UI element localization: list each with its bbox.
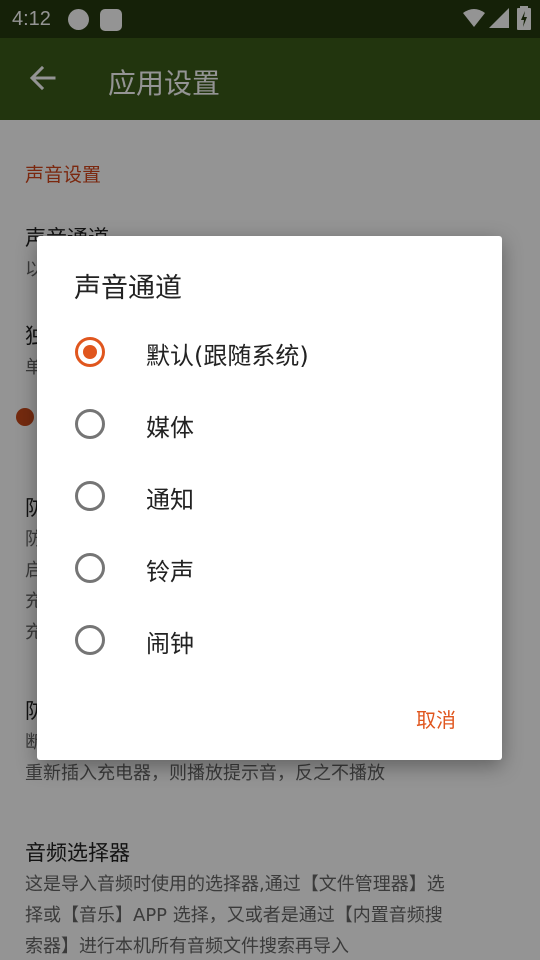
- radio-button[interactable]: [75, 481, 105, 511]
- option-alarm[interactable]: 闹钟: [37, 604, 502, 676]
- sound-channel-dialog: 声音通道 默认(跟随系统) 媒体 通知 铃声 闹钟 取消: [37, 236, 502, 760]
- option-label: 媒体: [146, 414, 194, 442]
- cancel-button[interactable]: 取消: [416, 704, 456, 733]
- option-label: 闹钟: [146, 630, 194, 658]
- option-media[interactable]: 媒体: [37, 388, 502, 460]
- radio-button[interactable]: [75, 553, 105, 583]
- option-label: 通知: [146, 486, 194, 514]
- option-notification[interactable]: 通知: [37, 460, 502, 532]
- radio-button[interactable]: [75, 409, 105, 439]
- option-label: 默认(跟随系统): [146, 342, 309, 370]
- dialog-title: 声音通道: [74, 273, 182, 304]
- radio-dot: [83, 345, 97, 359]
- radio-button[interactable]: [75, 625, 105, 655]
- option-default[interactable]: 默认(跟随系统): [37, 316, 502, 388]
- option-label: 铃声: [146, 558, 194, 586]
- option-ringtone[interactable]: 铃声: [37, 532, 502, 604]
- radio-button-checked[interactable]: [75, 337, 105, 367]
